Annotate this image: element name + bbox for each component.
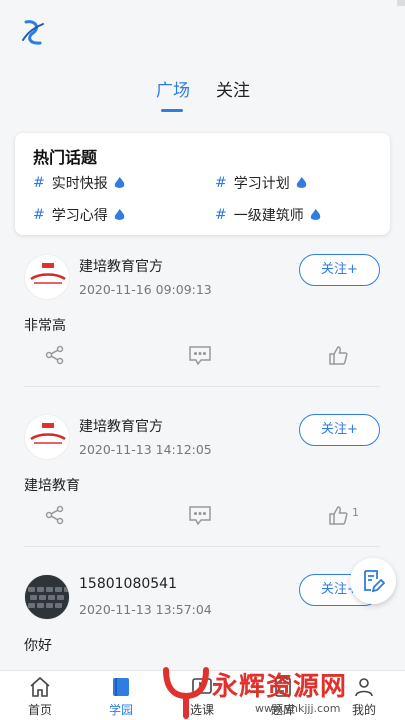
post-actions: 1	[0, 504, 405, 534]
watermark-url: www.yhkjjj.com	[255, 702, 341, 715]
post-divider	[24, 386, 380, 387]
like-button[interactable]	[327, 504, 349, 532]
topic-label: 学习心得	[51, 208, 108, 224]
edit-icon	[364, 570, 386, 593]
home-icon	[30, 676, 50, 697]
topic-item[interactable]: # 实时快报	[33, 173, 125, 193]
comment-button[interactable]	[188, 344, 212, 372]
post-card[interactable]: 建培教育官方 2020-11-13 14:12:05 关注+ 建培教育 1	[0, 400, 405, 560]
post-content[interactable]: 非常高	[24, 315, 66, 335]
app-logo-icon	[22, 20, 44, 45]
post-author[interactable]: 建培教育官方	[79, 416, 163, 436]
avatar[interactable]	[24, 574, 70, 620]
follow-button[interactable]: 关注+	[299, 254, 380, 286]
nav-academy[interactable]: 学园	[91, 675, 151, 718]
like-count: 1	[352, 506, 359, 519]
hot-topics-title: 热门话题	[33, 148, 98, 167]
post-content[interactable]: 建培教育	[24, 475, 80, 495]
watermark-logo-icon	[163, 667, 209, 719]
nav-home[interactable]: 首页	[10, 675, 70, 718]
post-time: 2020-11-13 13:57:04	[79, 602, 212, 617]
post-card[interactable]: 15801080541 2020-11-13 13:57:04 关注+ 你好	[0, 560, 405, 670]
share-icon	[45, 505, 64, 525]
post-divider	[24, 546, 380, 547]
feed-tabs: 广场 关注	[0, 70, 405, 116]
watermark: 永辉资源网 www.yhkjjj.com	[160, 662, 390, 720]
follow-button[interactable]: 关注+	[299, 414, 380, 446]
post-card[interactable]: 建培教育官方 2020-11-16 09:09:13 关注+ 非常高	[0, 240, 405, 400]
brand-avatar-icon	[30, 423, 66, 444]
book-icon	[113, 678, 129, 696]
post-content[interactable]: 你好	[24, 635, 52, 655]
hash-icon: #	[215, 207, 227, 223]
comment-button[interactable]	[188, 504, 212, 532]
thumbs-up-icon	[329, 506, 348, 525]
share-icon	[45, 345, 64, 365]
post-author[interactable]: 15801080541	[79, 576, 177, 592]
topic-item[interactable]: # 学习计划	[215, 173, 307, 193]
compose-post-button[interactable]	[350, 558, 396, 604]
hot-flame-icon	[310, 209, 320, 220]
nav-label: 学园	[108, 703, 133, 717]
hash-icon: #	[33, 175, 45, 191]
topic-item[interactable]: # 一级建筑师	[215, 205, 321, 225]
comment-icon	[189, 506, 211, 526]
hash-icon: #	[33, 207, 45, 223]
post-time: 2020-11-13 14:12:05	[79, 442, 212, 457]
topic-label: 实时快报	[51, 176, 108, 192]
topic-item[interactable]: # 学习心得	[33, 205, 125, 225]
hash-icon: #	[215, 175, 227, 191]
watermark-text: 永辉资源网	[212, 672, 348, 702]
active-tab-indicator	[161, 109, 183, 112]
hot-flame-icon	[296, 177, 306, 188]
post-feed[interactable]: 建培教育官方 2020-11-16 09:09:13 关注+ 非常高 建培教育官…	[0, 240, 405, 670]
tab-follow[interactable]: 关注	[216, 76, 250, 101]
brand-avatar-icon	[30, 263, 66, 284]
topic-label: 一级建筑师	[233, 208, 304, 224]
avatar[interactable]	[24, 254, 70, 300]
comment-icon	[189, 346, 211, 366]
hot-flame-icon	[114, 177, 124, 188]
post-actions	[0, 344, 405, 374]
share-button[interactable]	[44, 504, 66, 532]
post-author[interactable]: 建培教育官方	[79, 256, 163, 276]
topic-label: 学习计划	[233, 176, 290, 192]
keyboard-avatar-icon	[25, 575, 69, 619]
tab-plaza[interactable]: 广场	[156, 76, 190, 101]
nav-label: 首页	[27, 703, 52, 717]
like-button[interactable]	[327, 344, 349, 372]
avatar[interactable]	[24, 414, 70, 460]
post-time: 2020-11-16 09:09:13	[79, 282, 212, 297]
top-bar	[0, 0, 405, 70]
thumbs-up-icon	[329, 346, 348, 365]
share-button[interactable]	[44, 344, 66, 372]
hot-topics-card: 热门话题 # 实时快报 # 学习计划 # 学习心得 # 一级建筑师	[15, 133, 390, 235]
status-corner	[397, 0, 405, 6]
hot-flame-icon	[114, 209, 124, 220]
